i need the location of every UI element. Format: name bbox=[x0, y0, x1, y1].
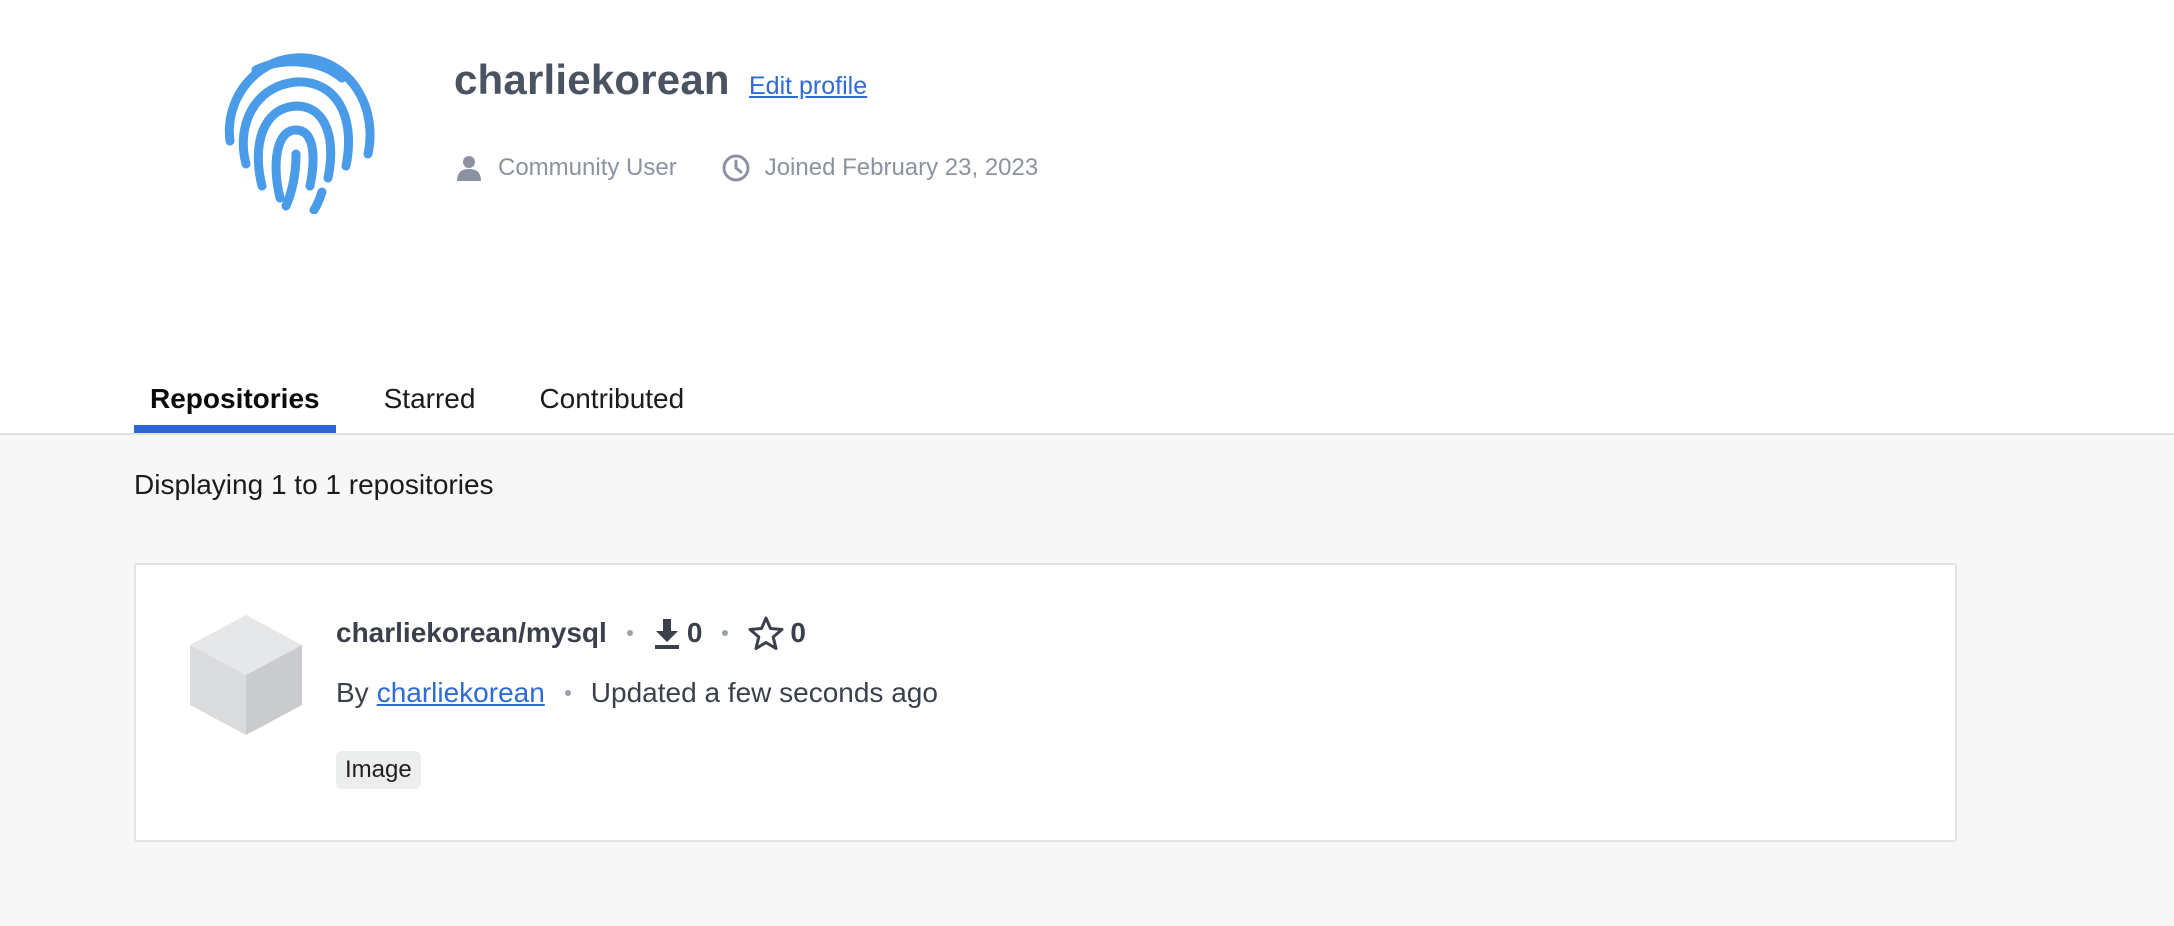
user-icon bbox=[457, 156, 481, 181]
user-role: Community User bbox=[454, 153, 677, 183]
by-prefix: By bbox=[336, 677, 369, 708]
profile-username: charliekorean bbox=[454, 56, 730, 103]
user-role-label: Community User bbox=[498, 154, 677, 181]
profile-header: charliekorean Edit profile Community Use… bbox=[0, 0, 2174, 434]
repository-meta-row: By charliekorean Updated a few seconds a… bbox=[336, 673, 938, 713]
star-icon bbox=[748, 616, 784, 650]
repository-name-link[interactable]: charliekorean/mysql bbox=[336, 617, 607, 649]
tab-starred[interactable]: Starred bbox=[368, 375, 492, 433]
separator-dot bbox=[626, 630, 633, 636]
repositories-panel: Displaying 1 to 1 repositories charlieko… bbox=[0, 435, 2174, 926]
edit-profile-link[interactable]: Edit profile bbox=[749, 72, 867, 101]
separator-dot bbox=[722, 630, 729, 636]
repository-updated: Updated a few seconds ago bbox=[590, 677, 938, 708]
repository-type-badge: Image bbox=[336, 751, 421, 789]
cube-icon bbox=[188, 613, 304, 737]
results-count: Displaying 1 to 1 repositories bbox=[134, 469, 494, 500]
tab-repositories[interactable]: Repositories bbox=[134, 375, 336, 433]
star-count: 0 bbox=[748, 616, 806, 650]
pull-count-value: 0 bbox=[686, 617, 703, 648]
download-icon bbox=[654, 619, 679, 649]
separator-dot bbox=[564, 690, 571, 696]
tab-contributed[interactable]: Contributed bbox=[523, 375, 700, 433]
joined-date: Joined February 23, 2023 bbox=[721, 153, 1039, 183]
clock-icon bbox=[722, 154, 750, 182]
star-count-value: 0 bbox=[790, 617, 806, 648]
pull-count: 0 bbox=[653, 617, 703, 649]
joined-date-label: Joined February 23, 2023 bbox=[764, 154, 1039, 181]
repository-owner-link[interactable]: charliekorean bbox=[377, 677, 545, 709]
profile-tabs: Repositories Starred Contributed bbox=[134, 375, 732, 433]
fingerprint-icon bbox=[210, 46, 378, 214]
repository-card[interactable]: charliekorean/mysql 0 0 By charliekorean bbox=[134, 563, 1957, 842]
repository-title-row: charliekorean/mysql 0 0 bbox=[336, 613, 806, 653]
profile-meta: Community User Joined February 23, 2023 bbox=[454, 150, 1082, 186]
